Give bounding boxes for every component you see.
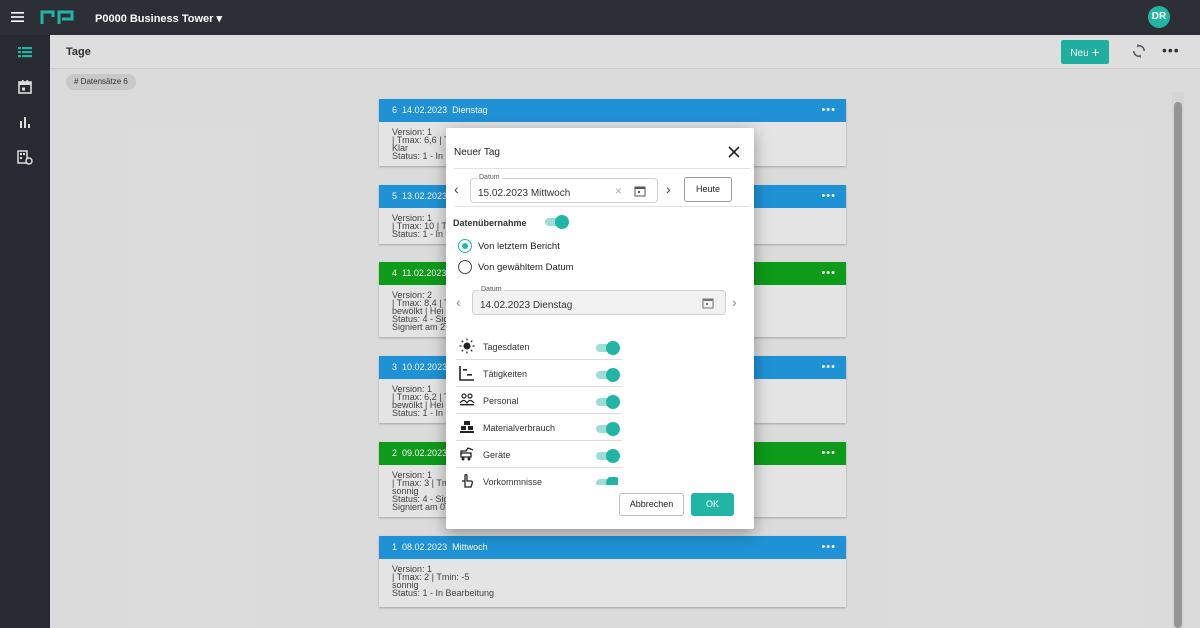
toggle-daily-data[interactable]	[596, 341, 620, 355]
toggle-equipment[interactable]	[596, 449, 620, 463]
dialog-title: Neuer Tag	[454, 147, 500, 158]
toggle-material[interactable]	[596, 422, 620, 436]
radio-chosen-date-label[interactable]: Von gewähltem Datum	[478, 262, 574, 273]
close-icon[interactable]	[726, 144, 742, 160]
ok-button[interactable]: OK	[691, 493, 734, 516]
user-avatar[interactable]: DR	[1148, 6, 1170, 28]
source-date-value: 14.02.2023 Dienstag	[480, 300, 573, 311]
toggle-incidents[interactable]	[596, 477, 618, 485]
sidebar	[0, 35, 50, 628]
toggle-activities[interactable]	[596, 368, 620, 382]
date-field-value: 15.02.2023 Mittwoch	[478, 188, 571, 199]
category-label: Materialverbrauch	[483, 423, 556, 433]
next-date-button[interactable]: ›	[666, 182, 671, 196]
project-selector[interactable]: P0000 Business Tower ▾	[95, 12, 222, 25]
app-logo[interactable]	[40, 8, 80, 26]
category-label: Personal	[483, 396, 519, 406]
category-label: Tagesdaten	[483, 342, 530, 352]
top-bar: P0000 Business Tower ▾ DR	[0, 0, 1200, 35]
sun-icon	[459, 338, 475, 354]
equipment-icon	[460, 447, 474, 461]
clear-icon[interactable]: ×	[615, 184, 622, 198]
calendar-icon[interactable]	[702, 297, 714, 309]
divider	[454, 168, 750, 169]
date-field-label: Datum	[477, 173, 502, 183]
divider	[454, 206, 750, 207]
material-icon	[460, 421, 474, 433]
next-source-date-button[interactable]: ›	[732, 295, 737, 309]
data-transfer-toggle[interactable]	[545, 215, 569, 229]
sidebar-chart-icon[interactable]	[17, 114, 33, 130]
category-label: Geräte	[483, 450, 511, 460]
new-day-dialog: Neuer Tag ‹ Datum 15.02.2023 Mittwoch × …	[446, 128, 754, 529]
prev-source-date-button[interactable]: ‹	[456, 295, 461, 309]
radio-chosen-date[interactable]	[458, 260, 472, 274]
personnel-icon	[459, 393, 475, 406]
sidebar-calendar-icon[interactable]	[17, 79, 33, 95]
activities-icon	[459, 366, 474, 381]
data-transfer-label: Datenübernahme	[453, 218, 527, 228]
source-date-field[interactable]: Datum 14.02.2023 Dienstag	[472, 285, 726, 315]
sidebar-settings-icon[interactable]	[17, 149, 33, 165]
sidebar-list-icon[interactable]	[17, 44, 33, 60]
menu-icon[interactable]	[10, 9, 26, 25]
prev-date-button[interactable]: ‹	[454, 182, 459, 196]
date-field[interactable]: Datum 15.02.2023 Mittwoch ×	[470, 173, 658, 203]
incident-icon	[462, 474, 473, 488]
radio-last-report[interactable]	[458, 239, 472, 253]
caret-down-icon: ▾	[216, 13, 222, 25]
cancel-button[interactable]: Abbrechen	[619, 493, 684, 516]
category-label: Vorkommnisse	[483, 477, 543, 487]
category-label: Tätigkeiten	[483, 369, 528, 379]
radio-last-report-label[interactable]: Von letztem Bericht	[478, 241, 560, 252]
source-date-label: Datum	[479, 285, 504, 295]
today-button[interactable]: Heute	[684, 177, 732, 202]
calendar-icon[interactable]	[634, 185, 646, 197]
toggle-personnel[interactable]	[596, 395, 620, 409]
project-name: P0000 Business Tower	[95, 13, 214, 25]
